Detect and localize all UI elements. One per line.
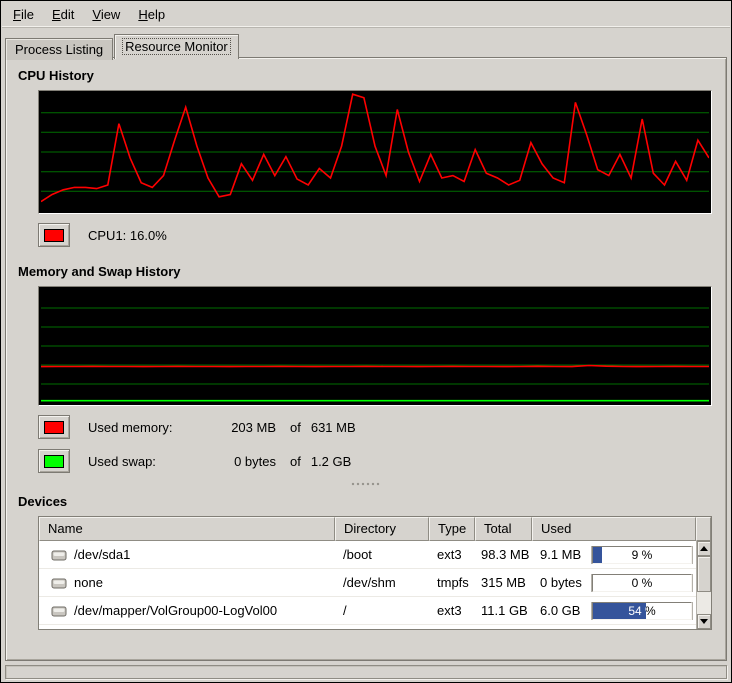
device-name: /dev/sda1 bbox=[74, 547, 130, 562]
usage-percent-label: 9 % bbox=[593, 547, 602, 563]
usage-percent-label: 0 % bbox=[593, 575, 691, 591]
usage-percent-label: 9 % bbox=[593, 547, 691, 563]
memory-used-value: 203 MB bbox=[212, 420, 276, 435]
app-window: File Edit View Help Process Listing Reso… bbox=[0, 0, 732, 683]
scrollbar-track[interactable] bbox=[697, 556, 711, 614]
device-type: tmpfs bbox=[429, 575, 475, 590]
device-total: 315 MB bbox=[475, 575, 532, 590]
usage-progress-bar: 9 % 9 % bbox=[592, 546, 692, 564]
device-total: 98.3 MB bbox=[475, 547, 532, 562]
cpu1-color-button[interactable] bbox=[38, 223, 70, 247]
memory-history-title: Memory and Swap History bbox=[18, 264, 714, 284]
device-used: 9.1 MB bbox=[540, 547, 581, 562]
resource-monitor-panel: CPU History CPU1: 16.0% Memory and Swap … bbox=[5, 57, 727, 661]
menu-view[interactable]: View bbox=[83, 3, 129, 26]
devices-table-body: /dev/sda1 /boot ext3 98.3 MB 9.1 MB 9 % … bbox=[39, 541, 711, 629]
tab-label: Process Listing bbox=[13, 42, 105, 57]
tab-resource-monitor[interactable]: Resource Monitor bbox=[114, 34, 239, 59]
device-name: none bbox=[74, 575, 103, 590]
tab-label: Resource Monitor bbox=[123, 39, 230, 54]
swap-of-label: of bbox=[290, 454, 301, 469]
usage-progress-fill: 9 % bbox=[593, 547, 602, 563]
usage-percent-label: 54 % bbox=[593, 603, 646, 619]
pane-resize-grip[interactable] bbox=[351, 482, 381, 488]
memory-color-swatch bbox=[44, 421, 64, 434]
device-name: /dev/mapper/VolGroup00-LogVol00 bbox=[74, 603, 277, 618]
cpu-history-graph bbox=[38, 90, 712, 214]
device-directory: / bbox=[335, 603, 429, 618]
memory-legend: Used memory: 203 MB of 631 MB bbox=[38, 414, 714, 440]
devices-table-header: Name Directory Type Total Used bbox=[39, 517, 711, 541]
vertical-scrollbar[interactable] bbox=[696, 541, 711, 629]
column-header-used[interactable]: Used bbox=[532, 517, 696, 541]
cpu-history-plot bbox=[41, 93, 709, 211]
device-used: 0 bytes bbox=[540, 575, 582, 590]
arrow-up-icon bbox=[700, 546, 708, 551]
memory-history-graph bbox=[38, 286, 712, 406]
table-row[interactable]: none /dev/shm tmpfs 315 MB 0 bytes 0 % 0… bbox=[39, 569, 696, 597]
menu-help[interactable]: Help bbox=[129, 3, 174, 26]
memory-color-button[interactable] bbox=[38, 415, 70, 439]
column-header-type[interactable]: Type bbox=[429, 517, 475, 541]
usage-progress-fill: 54 % bbox=[593, 603, 646, 619]
devices-title: Devices bbox=[18, 494, 714, 514]
usage-progress-bar: 54 % 54 % bbox=[592, 602, 692, 620]
menu-file[interactable]: File bbox=[4, 3, 43, 26]
device-used: 6.0 GB bbox=[540, 603, 580, 618]
memory-history-plot bbox=[41, 289, 709, 403]
cpu-history-title: CPU History bbox=[18, 68, 714, 88]
pane-divider bbox=[18, 482, 714, 492]
device-directory: /boot bbox=[335, 547, 429, 562]
device-type: ext3 bbox=[429, 547, 475, 562]
cpu1-color-swatch bbox=[44, 229, 64, 242]
memory-of-label: of bbox=[290, 420, 301, 435]
column-header-name[interactable]: Name bbox=[39, 517, 335, 541]
column-header-stub bbox=[696, 517, 711, 541]
table-row[interactable]: /dev/mapper/VolGroup00-LogVol00 / ext3 1… bbox=[39, 597, 696, 625]
drive-icon bbox=[51, 605, 67, 617]
scroll-down-button[interactable] bbox=[697, 614, 711, 629]
arrow-down-icon bbox=[700, 619, 708, 624]
table-row[interactable]: /dev/sda1 /boot ext3 98.3 MB 9.1 MB 9 % … bbox=[39, 541, 696, 569]
cpu-legend: CPU1: 16.0% bbox=[38, 222, 714, 248]
swap-legend-label: Used swap: bbox=[88, 454, 212, 469]
memory-total-value: 631 MB bbox=[311, 420, 356, 435]
swap-total-value: 1.2 GB bbox=[311, 454, 351, 469]
drive-icon bbox=[51, 577, 67, 589]
device-directory: /dev/shm bbox=[335, 575, 429, 590]
scroll-up-button[interactable] bbox=[697, 541, 711, 556]
usage-progress-bar: 0 % 0 % bbox=[592, 574, 692, 592]
column-header-directory[interactable]: Directory bbox=[335, 517, 429, 541]
swap-color-button[interactable] bbox=[38, 449, 70, 473]
status-bar bbox=[5, 665, 727, 679]
devices-table: Name Directory Type Total Used /dev/sda1 bbox=[38, 516, 712, 630]
cpu1-legend-label: CPU1: 16.0% bbox=[88, 228, 167, 243]
tab-strip: Process Listing Resource Monitor bbox=[2, 28, 730, 58]
swap-legend: Used swap: 0 bytes of 1.2 GB bbox=[38, 448, 714, 474]
tab-process-listing[interactable]: Process Listing bbox=[5, 38, 113, 60]
menu-bar: File Edit View Help bbox=[2, 2, 730, 28]
swap-used-value: 0 bytes bbox=[212, 454, 276, 469]
device-type: ext3 bbox=[429, 603, 475, 618]
scrollbar-thumb[interactable] bbox=[697, 556, 711, 592]
device-total: 11.1 GB bbox=[475, 603, 532, 618]
swap-color-swatch bbox=[44, 455, 64, 468]
drive-icon bbox=[51, 549, 67, 561]
memory-legend-label: Used memory: bbox=[88, 420, 212, 435]
column-header-total[interactable]: Total bbox=[475, 517, 532, 541]
menu-edit[interactable]: Edit bbox=[43, 3, 83, 26]
